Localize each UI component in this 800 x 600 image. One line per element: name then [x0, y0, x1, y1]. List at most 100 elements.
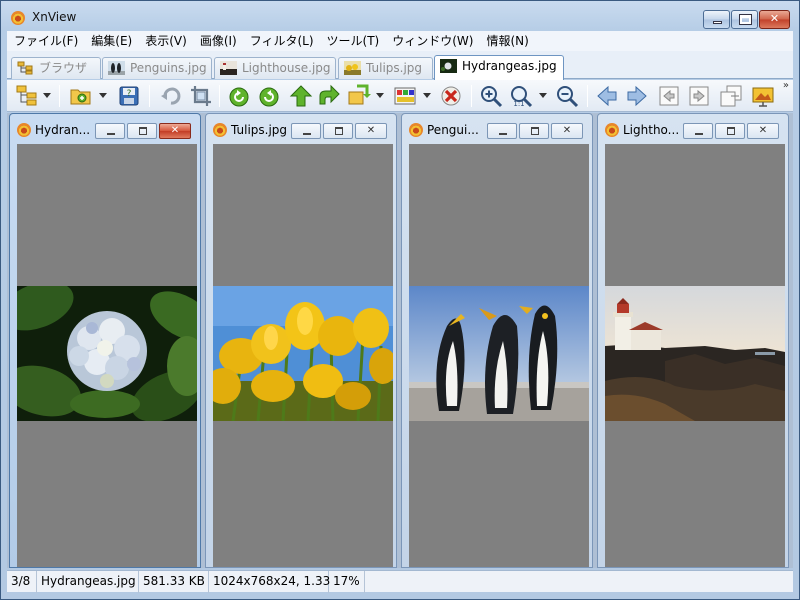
image-window-title: Pengui... [427, 123, 479, 137]
maximize-button[interactable] [127, 123, 157, 139]
window-title: XnView [32, 10, 77, 24]
title-bar[interactable]: XnView ✕ [1, 1, 799, 31]
save-button[interactable]: ? [117, 84, 141, 108]
move-up-button[interactable] [289, 84, 313, 108]
open-dropdown-icon[interactable] [99, 93, 107, 99]
status-dimensions: 1024x768x24, 1.33 [209, 571, 330, 593]
menu-filter[interactable]: フィルタ(L) [243, 31, 320, 51]
delete-button[interactable] [439, 84, 463, 108]
next-button[interactable] [625, 84, 649, 108]
rotate-right-button[interactable] [257, 84, 281, 108]
status-bar: 3/8 Hydrangeas.jpg 581.33 KB 1024x768x24… [7, 570, 793, 593]
tab-label: Tulips.jpg [366, 61, 423, 75]
image-window-lighthouse[interactable]: Lightho... ✕ [597, 113, 789, 568]
caption-buttons: ✕ [702, 10, 790, 29]
minimize-button[interactable] [291, 123, 321, 139]
last-page-icon [689, 86, 709, 106]
zoom-button[interactable]: 1:1 [509, 84, 533, 108]
tab-penguins[interactable]: Penguins.jpg [102, 57, 212, 79]
forward-icon [319, 84, 340, 105]
browser-dropdown-icon[interactable] [43, 93, 51, 99]
minimize-icon [713, 21, 722, 24]
previous-button[interactable] [595, 84, 619, 108]
lighthouse-thumb-icon [220, 61, 237, 75]
adjust-button[interactable] [393, 84, 417, 108]
rotate-left-button[interactable] [227, 84, 251, 108]
close-button[interactable]: ✕ [355, 123, 387, 139]
crop-icon [191, 86, 211, 106]
menu-edit[interactable]: 編集(E) [84, 31, 138, 51]
undo-button[interactable] [159, 84, 183, 108]
image-window-hydrangeas[interactable]: Hydran... ✕ [9, 113, 201, 568]
tab-tulips[interactable]: Tulips.jpg [338, 57, 433, 79]
tab-hydrangeas[interactable]: Hydrangeas.jpg [434, 55, 564, 80]
delete-icon [441, 86, 461, 106]
status-zoom: 17% [329, 571, 365, 593]
slideshow-button[interactable] [751, 84, 775, 108]
slideshow-icon [752, 87, 774, 107]
menu-view[interactable]: 表示(V) [138, 31, 193, 51]
maximize-icon [335, 127, 343, 135]
window-buttons: ✕ [93, 123, 191, 139]
tab-bar: ブラウザ Penguins.jpg Lighthouse.jpg Tulips.… [7, 51, 793, 80]
menu-image[interactable]: 画像(I) [193, 31, 243, 51]
maximize-button[interactable] [715, 123, 745, 139]
first-page-button[interactable] [657, 84, 681, 108]
minimize-button[interactable] [487, 123, 517, 139]
image-window-penguins[interactable]: Pengui... ✕ [401, 113, 593, 568]
tab-label: Lighthouse.jpg [242, 61, 331, 75]
image-window-tulips[interactable]: Tulips.jpg ✕ [205, 113, 397, 568]
menu-file[interactable]: ファイル(F) [7, 31, 84, 51]
minimize-button[interactable] [95, 123, 125, 139]
tulips-thumb-icon [344, 61, 361, 75]
adjust-dropdown-icon[interactable] [423, 93, 431, 99]
image-viewer[interactable] [605, 144, 785, 567]
maximize-button[interactable] [519, 123, 549, 139]
zoom-dropdown-icon[interactable] [539, 93, 547, 99]
menu-window[interactable]: ウィンドウ(W) [385, 31, 479, 51]
menu-tools[interactable]: ツール(T) [320, 31, 386, 51]
zoom-out-button[interactable] [555, 84, 579, 108]
close-button[interactable]: ✕ [551, 123, 583, 139]
image-window-title: Hydran... [35, 123, 91, 137]
close-button[interactable]: ✕ [759, 10, 790, 29]
minimize-icon [303, 133, 311, 135]
zoom-out-icon [557, 86, 579, 108]
maximize-button[interactable] [731, 10, 758, 29]
maximize-button[interactable] [323, 123, 353, 139]
rotate-right-icon [259, 87, 279, 107]
image-viewer[interactable] [17, 144, 197, 567]
convert-button[interactable] [347, 84, 371, 108]
crop-button[interactable] [189, 84, 213, 108]
close-button[interactable]: ✕ [747, 123, 779, 139]
next-icon [627, 85, 647, 107]
rotate-left-icon [229, 87, 249, 107]
tab-lighthouse[interactable]: Lighthouse.jpg [214, 57, 336, 79]
toolbar-separator [587, 85, 588, 107]
copy-button[interactable] [719, 84, 743, 108]
zoom-icon: 1:1 [511, 86, 533, 108]
save-icon: ? [119, 86, 139, 106]
xnview-app-icon[interactable] [11, 11, 25, 25]
toolbar: ? 1:1 » [7, 80, 793, 112]
image-viewer[interactable] [213, 144, 393, 567]
open-button[interactable] [69, 84, 93, 108]
close-button[interactable]: ✕ [159, 123, 191, 139]
image-viewer[interactable] [409, 144, 589, 567]
browser-button[interactable] [15, 84, 39, 108]
status-filesize: 581.33 KB [139, 571, 209, 593]
menu-info[interactable]: 情報(N) [479, 31, 534, 51]
last-page-button[interactable] [687, 84, 711, 108]
hydrangeas-thumb-icon [440, 59, 457, 73]
toolbar-overflow-button[interactable]: » [783, 80, 789, 91]
lighthouse-photo [605, 286, 785, 421]
svg-text:?: ? [127, 89, 132, 99]
minimize-button[interactable] [703, 10, 730, 29]
toolbar-separator [219, 85, 220, 107]
forward-button[interactable] [317, 84, 341, 108]
convert-dropdown-icon[interactable] [376, 93, 384, 99]
zoom-in-button[interactable] [479, 84, 503, 108]
tab-label: Hydrangeas.jpg [462, 59, 557, 73]
tab-browser[interactable]: ブラウザ [11, 57, 101, 79]
minimize-button[interactable] [683, 123, 713, 139]
